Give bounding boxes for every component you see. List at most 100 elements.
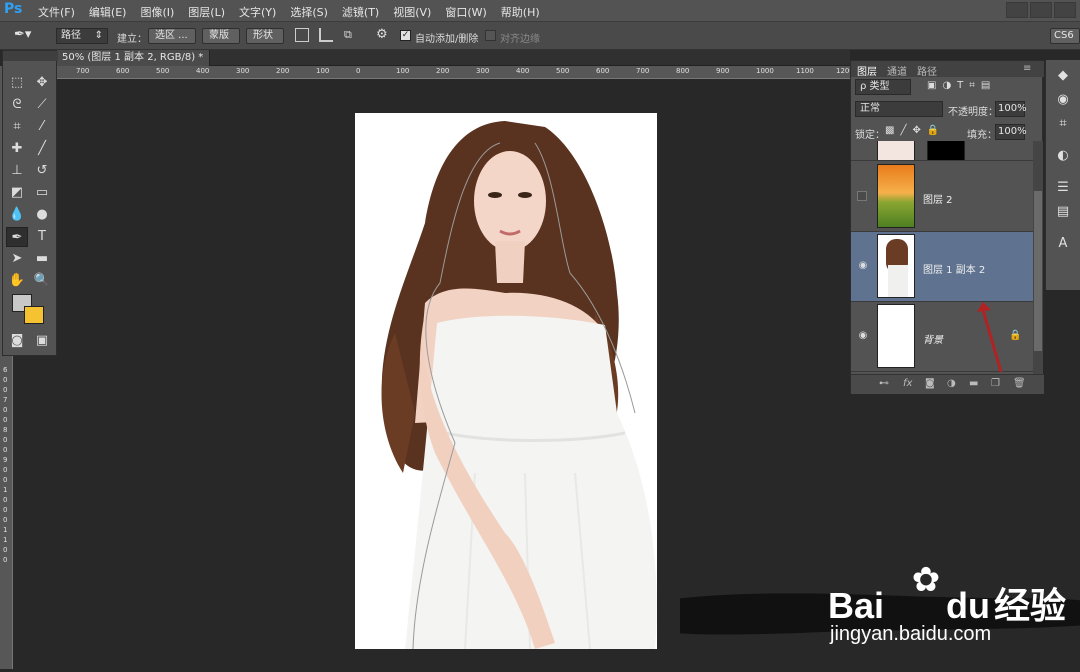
brush-tool-icon[interactable]: ╱ bbox=[31, 139, 53, 159]
ruler-tick-label: 0 bbox=[356, 67, 361, 75]
mask-button[interactable]: 蒙版 bbox=[202, 28, 240, 44]
screen-mode-icon[interactable]: ▣ bbox=[31, 331, 53, 351]
panel-menu-icon[interactable]: ≡ bbox=[1023, 63, 1031, 74]
ruler-tick-label: 600 bbox=[596, 67, 610, 75]
adjustment-icon[interactable]: ◑ bbox=[947, 378, 956, 389]
quick-select-tool-icon[interactable]: ⟋ bbox=[31, 95, 53, 115]
settings-gear-icon[interactable]: ⚙ bbox=[376, 27, 394, 43]
ruler-tick-label: 0 bbox=[3, 416, 8, 424]
workspace-button[interactable]: CS6 新 bbox=[1050, 28, 1080, 44]
type-tool-icon[interactable]: T bbox=[31, 227, 53, 247]
align-edges-checkbox[interactable] bbox=[485, 30, 496, 41]
pen-tool-icon[interactable]: ✒ bbox=[6, 227, 28, 247]
photoshop-logo: Ps bbox=[4, 1, 23, 17]
menu-file[interactable]: 文件(F) bbox=[38, 4, 75, 20]
gradient-tool-icon[interactable]: ▭ bbox=[31, 183, 53, 203]
tab-paths[interactable]: 路径 bbox=[917, 63, 937, 78]
history-brush-tool-icon[interactable]: ↺ bbox=[31, 161, 53, 181]
layer-name[interactable]: 背景 bbox=[923, 331, 943, 346]
adjust-icon[interactable]: ◉ bbox=[1052, 92, 1074, 110]
selection-button[interactable]: 选区 ... bbox=[148, 28, 196, 44]
hand-tool-icon[interactable]: ✋ bbox=[6, 271, 28, 291]
visibility-toggle[interactable] bbox=[857, 191, 867, 201]
zoom-tool-icon[interactable]: 🔍 bbox=[31, 271, 53, 291]
menu-view[interactable]: 视图(V) bbox=[393, 4, 431, 20]
layers-icon[interactable]: ◆ bbox=[1052, 68, 1074, 86]
quick-mask-icon[interactable]: ◙ bbox=[6, 331, 28, 351]
menu-layer[interactable]: 图层(L) bbox=[188, 4, 225, 20]
opacity-input[interactable]: 100% bbox=[995, 101, 1027, 117]
menu-select[interactable]: 选择(S) bbox=[290, 4, 328, 20]
rectangle-tool-icon[interactable]: ▬ bbox=[31, 249, 53, 269]
background-color-swatch[interactable] bbox=[24, 306, 44, 324]
layer-filter-select[interactable]: ρ 类型 bbox=[855, 79, 911, 95]
pen-icon[interactable]: ✒▾ bbox=[14, 27, 40, 45]
character-icon[interactable]: A bbox=[1052, 236, 1074, 254]
menu-window[interactable]: 窗口(W) bbox=[445, 4, 486, 20]
eyedropper-tool-icon[interactable]: ⁄ bbox=[31, 117, 53, 137]
tab-layers[interactable]: 图层 bbox=[857, 63, 877, 78]
blend-mode-select[interactable]: 正常 bbox=[855, 101, 943, 117]
marquee-tool-icon[interactable]: ⬚ bbox=[6, 73, 28, 93]
minimize-button[interactable] bbox=[1006, 2, 1028, 18]
channels-icon[interactable]: ▤ bbox=[1052, 204, 1074, 222]
toolbox-grip[interactable] bbox=[3, 51, 58, 61]
layers-scrollbar[interactable] bbox=[1033, 141, 1043, 374]
path-alignment-icon[interactable] bbox=[319, 28, 333, 42]
ruler-tick-label: 0 bbox=[3, 436, 8, 444]
eraser-tool-icon[interactable]: ◩ bbox=[6, 183, 28, 203]
crop-tool-icon[interactable]: ⌗ bbox=[6, 117, 28, 137]
layer-row-layer2[interactable]: 图层 2 bbox=[851, 162, 1033, 232]
healing-tool-icon[interactable]: ✚ bbox=[6, 139, 28, 159]
dodge-tool-icon[interactable]: ● bbox=[31, 205, 53, 225]
menu-image[interactable]: 图像(I) bbox=[140, 4, 174, 20]
layer-row-layer1-copy2[interactable]: ◉ 图层 1 副本 2 bbox=[851, 232, 1033, 302]
layer-name[interactable]: 图层 2 bbox=[923, 191, 953, 206]
menu-filter[interactable]: 滤镜(T) bbox=[342, 4, 379, 20]
document-tab[interactable]: 50% (图层 1 副本 2, RGB/8) * bbox=[56, 50, 211, 66]
path-mode-select[interactable]: 路径 ⇕ bbox=[56, 28, 108, 44]
mask-icon[interactable]: ◙ bbox=[925, 378, 935, 389]
ruler-tick-label: 7 bbox=[3, 396, 8, 404]
ruler-tick-label: 1 bbox=[3, 536, 8, 544]
fx-icon[interactable]: fx bbox=[903, 378, 912, 389]
eye-icon[interactable]: ◉ bbox=[857, 260, 869, 272]
path-select-tool-icon[interactable]: ➤ bbox=[6, 249, 28, 269]
ruler-tick-label: 9 bbox=[3, 456, 8, 464]
stamp-tool-icon[interactable]: ⊥ bbox=[6, 161, 28, 181]
ruler-tick-label: 0 bbox=[3, 476, 8, 484]
blur-tool-icon[interactable]: 💧 bbox=[6, 205, 28, 225]
history-icon[interactable]: ◐ bbox=[1052, 148, 1074, 166]
paragraph-icon[interactable]: ☰ bbox=[1052, 180, 1074, 198]
close-button[interactable] bbox=[1054, 2, 1076, 18]
move-tool-icon[interactable]: ✥ bbox=[31, 73, 53, 93]
layer-thumbnail bbox=[877, 164, 915, 228]
document-canvas[interactable] bbox=[355, 113, 657, 650]
menu-type[interactable]: 文字(Y) bbox=[239, 4, 276, 20]
baidu-watermark: ✿ Bai du 经验 jingyan.baidu.com bbox=[675, 555, 1080, 669]
menu-edit[interactable]: 编辑(E) bbox=[89, 4, 127, 20]
path-operations-icon[interactable] bbox=[295, 28, 309, 42]
properties-icon[interactable]: ⌗ bbox=[1052, 116, 1074, 134]
menu-items: 文件(F) 编辑(E) 图像(I) 图层(L) 文字(Y) 选择(S) 滤镜(T… bbox=[38, 4, 540, 20]
watermark-suffix: 经验 bbox=[994, 585, 1067, 626]
layer-name[interactable]: 图层 1 副本 2 bbox=[923, 261, 985, 276]
auto-add-checkbox[interactable]: ✓ bbox=[400, 30, 411, 41]
fill-input[interactable]: 100% bbox=[995, 124, 1027, 140]
lasso-tool-icon[interactable]: ᘓ bbox=[6, 95, 28, 115]
ruler-tick-label: 8 bbox=[3, 426, 8, 434]
red-arrow-annotation bbox=[977, 302, 1003, 373]
link-icon[interactable]: ⊷ bbox=[879, 378, 889, 389]
make-label: 建立： bbox=[117, 34, 147, 45]
menu-help[interactable]: 帮助(H) bbox=[501, 4, 540, 20]
tab-channels[interactable]: 通道 bbox=[887, 63, 907, 78]
shape-button[interactable]: 形状 bbox=[246, 28, 284, 44]
path-arrangement-icon[interactable]: ⧉ bbox=[344, 28, 360, 42]
watermark-url: jingyan.baidu.com bbox=[830, 623, 992, 645]
maximize-button[interactable] bbox=[1030, 2, 1052, 18]
ruler-tick-label: 400 bbox=[196, 67, 210, 75]
eye-icon[interactable]: ◉ bbox=[857, 330, 869, 342]
ruler-tick-label: 0 bbox=[3, 376, 8, 384]
layer-filter-value: ρ 类型 bbox=[860, 81, 890, 92]
ruler-tick-label: 300 bbox=[236, 67, 250, 75]
